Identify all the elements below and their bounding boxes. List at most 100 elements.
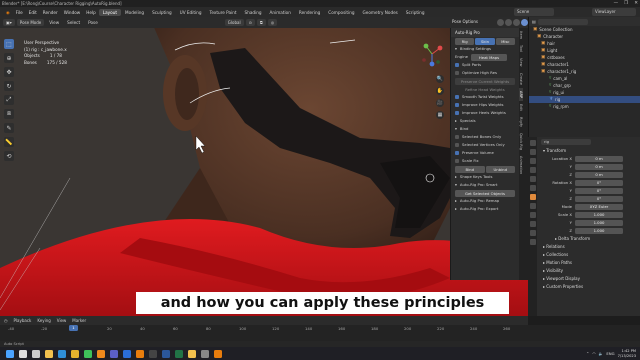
relations-header[interactable]: ▸ Relations <box>541 243 640 251</box>
checkbox-icon[interactable] <box>455 159 459 163</box>
location-x-field[interactable]: 0 m <box>575 156 623 162</box>
outliner-item[interactable]: ▿ rig_rpm <box>529 103 640 110</box>
outliner-item[interactable]: ▣ Light <box>529 47 640 54</box>
minimize-button[interactable]: — <box>614 1 619 6</box>
menu-view[interactable]: View <box>46 20 62 25</box>
teams-icon[interactable] <box>110 349 118 358</box>
rotation-y-field[interactable]: 0° <box>575 188 623 194</box>
chevron-up-icon[interactable]: ⌃ <box>586 351 589 356</box>
scene-selector[interactable]: Scene <box>514 8 554 16</box>
wifi-icon[interactable]: ◠ <box>592 351 595 356</box>
scale-x-field[interactable]: 1.000 <box>575 212 623 218</box>
checkbox-icon[interactable] <box>455 151 459 155</box>
rendered-shading-icon[interactable] <box>521 19 528 26</box>
annotate-icon[interactable]: ✎ <box>4 123 14 133</box>
tab-rig[interactable]: Rig <box>455 37 475 45</box>
clock[interactable]: 1:42 PM 7/13/2023 <box>618 349 636 358</box>
editor-type-button[interactable]: ▣▾ <box>3 19 15 26</box>
viewport-display-header[interactable]: ▸ Viewport Display <box>541 275 640 283</box>
checkbox-icon[interactable] <box>455 95 459 99</box>
sidebar-tab-item[interactable]: Item <box>519 28 523 42</box>
maximize-button[interactable]: ❐ <box>624 1 628 6</box>
taskview-icon[interactable] <box>32 349 40 358</box>
settings-icon[interactable] <box>201 349 209 358</box>
bind-header[interactable]: ▾ Bind <box>451 125 519 133</box>
motion-paths-header[interactable]: ▸ Motion Paths <box>541 259 640 267</box>
measure-icon[interactable]: 📏 <box>4 137 14 147</box>
visibility-header[interactable]: ▸ Visibility <box>541 267 640 275</box>
smart-header[interactable]: ▾ Auto-Rig Pro: Smart <box>451 181 519 189</box>
binding-settings-header[interactable]: ▾ Binding Settings <box>451 45 519 53</box>
rotation-x-field[interactable]: 0° <box>575 180 623 186</box>
volume-icon[interactable]: 🔈 <box>599 351 604 356</box>
pan-hand-icon[interactable]: ✋ <box>436 87 444 95</box>
filter-icon[interactable]: ▤ <box>532 18 536 25</box>
menu-render[interactable]: Render <box>40 10 61 15</box>
material-shading-icon[interactable] <box>513 19 520 26</box>
option-optimize[interactable]: Optimize High Res <box>451 69 519 77</box>
checkbox-icon[interactable] <box>455 63 459 67</box>
engine-dropdown[interactable]: Heat Maps <box>471 53 508 61</box>
whatsapp-icon[interactable] <box>84 349 92 358</box>
modifier-props-icon[interactable] <box>529 203 536 209</box>
sidebar-tab-tool[interactable]: Tool <box>519 42 523 55</box>
grid-perspective-icon[interactable]: ▦ <box>436 111 444 119</box>
sidebar-tab-create[interactable]: Create <box>519 70 523 88</box>
outliner-item[interactable]: ▿ rig_ui <box>529 89 640 96</box>
tab-skin[interactable]: Skin <box>475 37 495 45</box>
search-icon[interactable] <box>19 349 27 358</box>
rotation-mode-dropdown[interactable]: XYZ Euler <box>575 204 623 210</box>
mode-selector[interactable]: Pose Mode <box>16 19 45 26</box>
close-button[interactable]: ✕ <box>634 1 638 6</box>
tab-modeling[interactable]: Modeling <box>121 9 148 16</box>
checkbox-icon[interactable] <box>455 103 459 107</box>
view-layer-selector[interactable]: ViewLayer <box>592 8 636 16</box>
render-props-icon[interactable] <box>529 149 536 155</box>
language-indicator[interactable]: ENG <box>606 351 614 356</box>
option-preserve-volume[interactable]: Preserve Volume <box>451 149 519 157</box>
checkbox-icon[interactable] <box>455 143 459 147</box>
outliner-item-selected[interactable]: ♆ rig <box>529 96 640 103</box>
obs-icon[interactable] <box>149 349 157 358</box>
output-props-icon[interactable] <box>529 158 536 164</box>
tab-layout[interactable]: Layout <box>98 8 122 16</box>
physics-props-icon[interactable] <box>529 212 536 218</box>
sidebar-tab-quick-rig[interactable]: Quick Rig <box>519 130 523 153</box>
edge-icon[interactable] <box>58 349 66 358</box>
properties-search-input[interactable]: rig <box>541 139 591 145</box>
sidebar-tab-rigify[interactable]: Rigify <box>519 114 523 130</box>
outliner-item[interactable]: ▣ hair <box>529 40 640 47</box>
navigation-gizmo[interactable] <box>418 40 446 68</box>
current-frame-indicator[interactable]: 1 <box>69 325 78 331</box>
blender-icon[interactable] <box>136 349 144 358</box>
outliner-item[interactable]: ▣ character1 <box>529 61 640 68</box>
transform-header[interactable]: ▾ Transform <box>541 147 640 155</box>
blender2-icon[interactable] <box>214 349 222 358</box>
outliner-root[interactable]: ▣ Scene Collection <box>529 26 640 33</box>
view-layer-props-icon[interactable] <box>529 167 536 173</box>
snap-icon[interactable]: ⧉ <box>256 19 266 26</box>
shape-keys-header[interactable]: ▸ Shape Keys Tools <box>451 173 519 181</box>
zoom-icon[interactable]: 🔍 <box>436 75 444 83</box>
menu-window[interactable]: Window <box>61 10 84 15</box>
constraint-props-icon[interactable] <box>529 221 536 227</box>
editor-type-icon[interactable]: ◷ <box>4 318 8 323</box>
option-selected-bones[interactable]: Selected Bones Only <box>451 133 519 141</box>
word-icon[interactable] <box>162 349 170 358</box>
checkbox-icon[interactable] <box>455 71 459 75</box>
world-props-icon[interactable] <box>529 185 536 191</box>
outliner-item[interactable]: ▣ character1_rig <box>529 68 640 75</box>
menu-help[interactable]: Help <box>83 10 99 15</box>
sidebar-tab-edit[interactable]: Edit <box>519 101 523 114</box>
blender-logo-icon[interactable]: ◉ <box>3 10 13 15</box>
solid-shading-icon[interactable] <box>505 19 512 26</box>
option-improve-heels[interactable]: Improve Heels Weights <box>451 109 519 117</box>
proportional-edit-icon[interactable]: ◎ <box>267 19 278 26</box>
scale-icon[interactable]: ⤢ <box>4 95 14 105</box>
location-y-field[interactable]: 0 m <box>575 164 623 170</box>
data-props-icon[interactable] <box>529 230 536 236</box>
tab-compositing[interactable]: Compositing <box>324 9 358 16</box>
option-improve-hips[interactable]: Improve Hips Weights <box>451 101 519 109</box>
photoshop-icon[interactable] <box>123 349 131 358</box>
outliner-item[interactable]: ▿ char_grp <box>529 82 640 89</box>
